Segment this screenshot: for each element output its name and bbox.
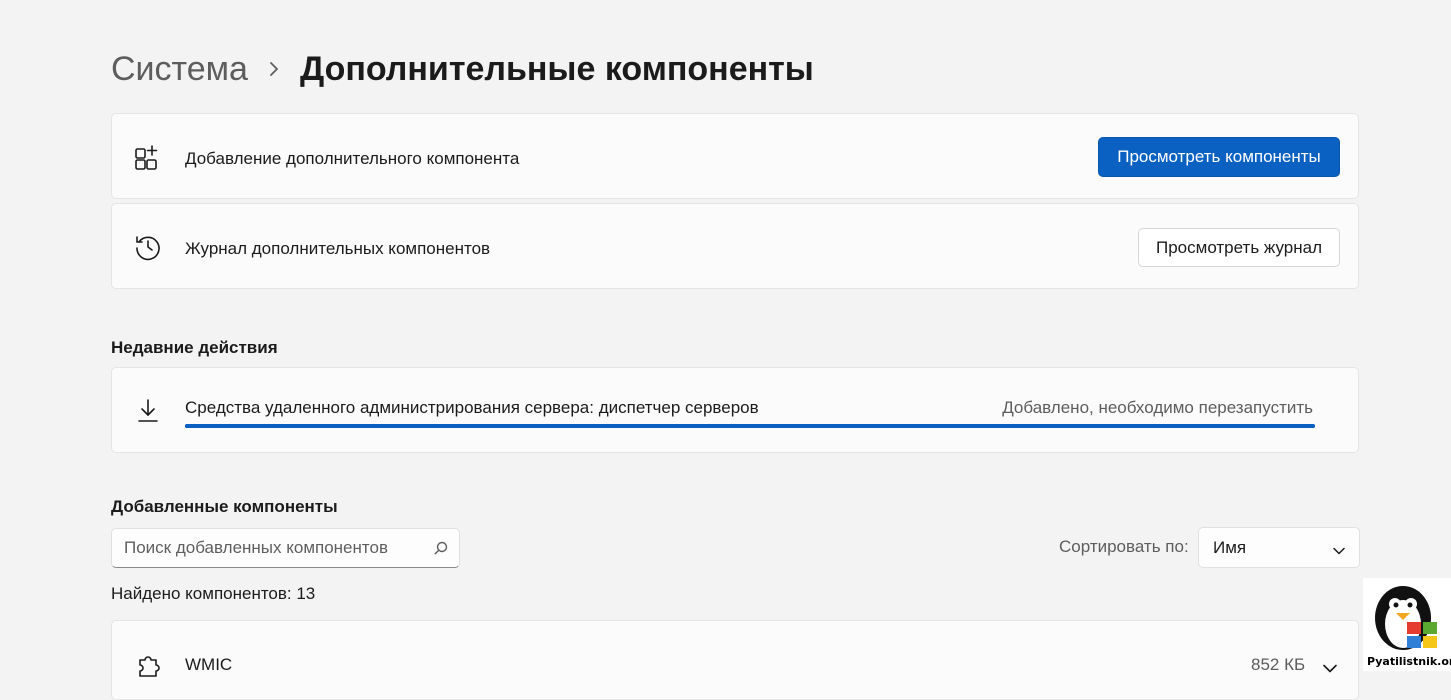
history-icon (134, 233, 162, 261)
feature-row[interactable]: WMIC 852 КБ (111, 620, 1359, 700)
sort-dropdown[interactable]: Имя (1198, 527, 1360, 568)
breadcrumb: Система Дополнительные компоненты (111, 46, 814, 92)
watermark-text: Pyatilistnik.org (1367, 655, 1451, 668)
chevron-down-icon (1333, 542, 1345, 560)
sort-value: Имя (1213, 538, 1247, 557)
recent-action-card: Средства удаленного администрирования се… (111, 367, 1359, 453)
add-feature-label: Добавление дополнительного компонента (185, 149, 520, 168)
feature-history-card: Журнал дополнительных компонентов Просмо… (111, 203, 1359, 289)
view-history-button[interactable]: Просмотреть журнал (1138, 228, 1340, 267)
watermark-logo: Pyatilistnik.org (1363, 578, 1451, 671)
puzzle-icon (134, 651, 162, 679)
download-icon (134, 397, 162, 425)
penguin-logo-icon (1375, 586, 1437, 650)
sort-label: Сортировать по: (1059, 537, 1189, 556)
recent-action-status: Добавлено, необходимо перезапустить (1002, 398, 1313, 417)
expand-chevron-icon[interactable] (1323, 660, 1337, 678)
feature-history-label: Журнал дополнительных компонентов (185, 239, 491, 258)
recent-actions-title: Недавние действия (111, 338, 278, 357)
add-feature-card: Добавление дополнительного компонента Пр… (111, 113, 1359, 199)
recent-action-progress (185, 424, 1315, 428)
installed-search-box[interactable] (111, 528, 460, 568)
page-title: Дополнительные компоненты (299, 49, 814, 88)
progress-fill (185, 424, 1315, 428)
recent-action-name: Средства удаленного администрирования се… (185, 398, 759, 417)
found-count: Найдено компонентов: 13 (111, 584, 316, 603)
feature-size: 852 КБ (1251, 655, 1306, 674)
feature-name: WMIC (185, 655, 233, 674)
chevron-right-icon (248, 46, 300, 92)
breadcrumb-system-link[interactable]: Система (111, 50, 248, 89)
apps-add-icon (134, 144, 162, 172)
installed-search-input[interactable] (124, 537, 414, 559)
search-icon[interactable] (434, 541, 448, 560)
installed-features-title: Добавленные компоненты (111, 497, 338, 516)
view-features-button[interactable]: Просмотреть компоненты (1098, 137, 1340, 177)
